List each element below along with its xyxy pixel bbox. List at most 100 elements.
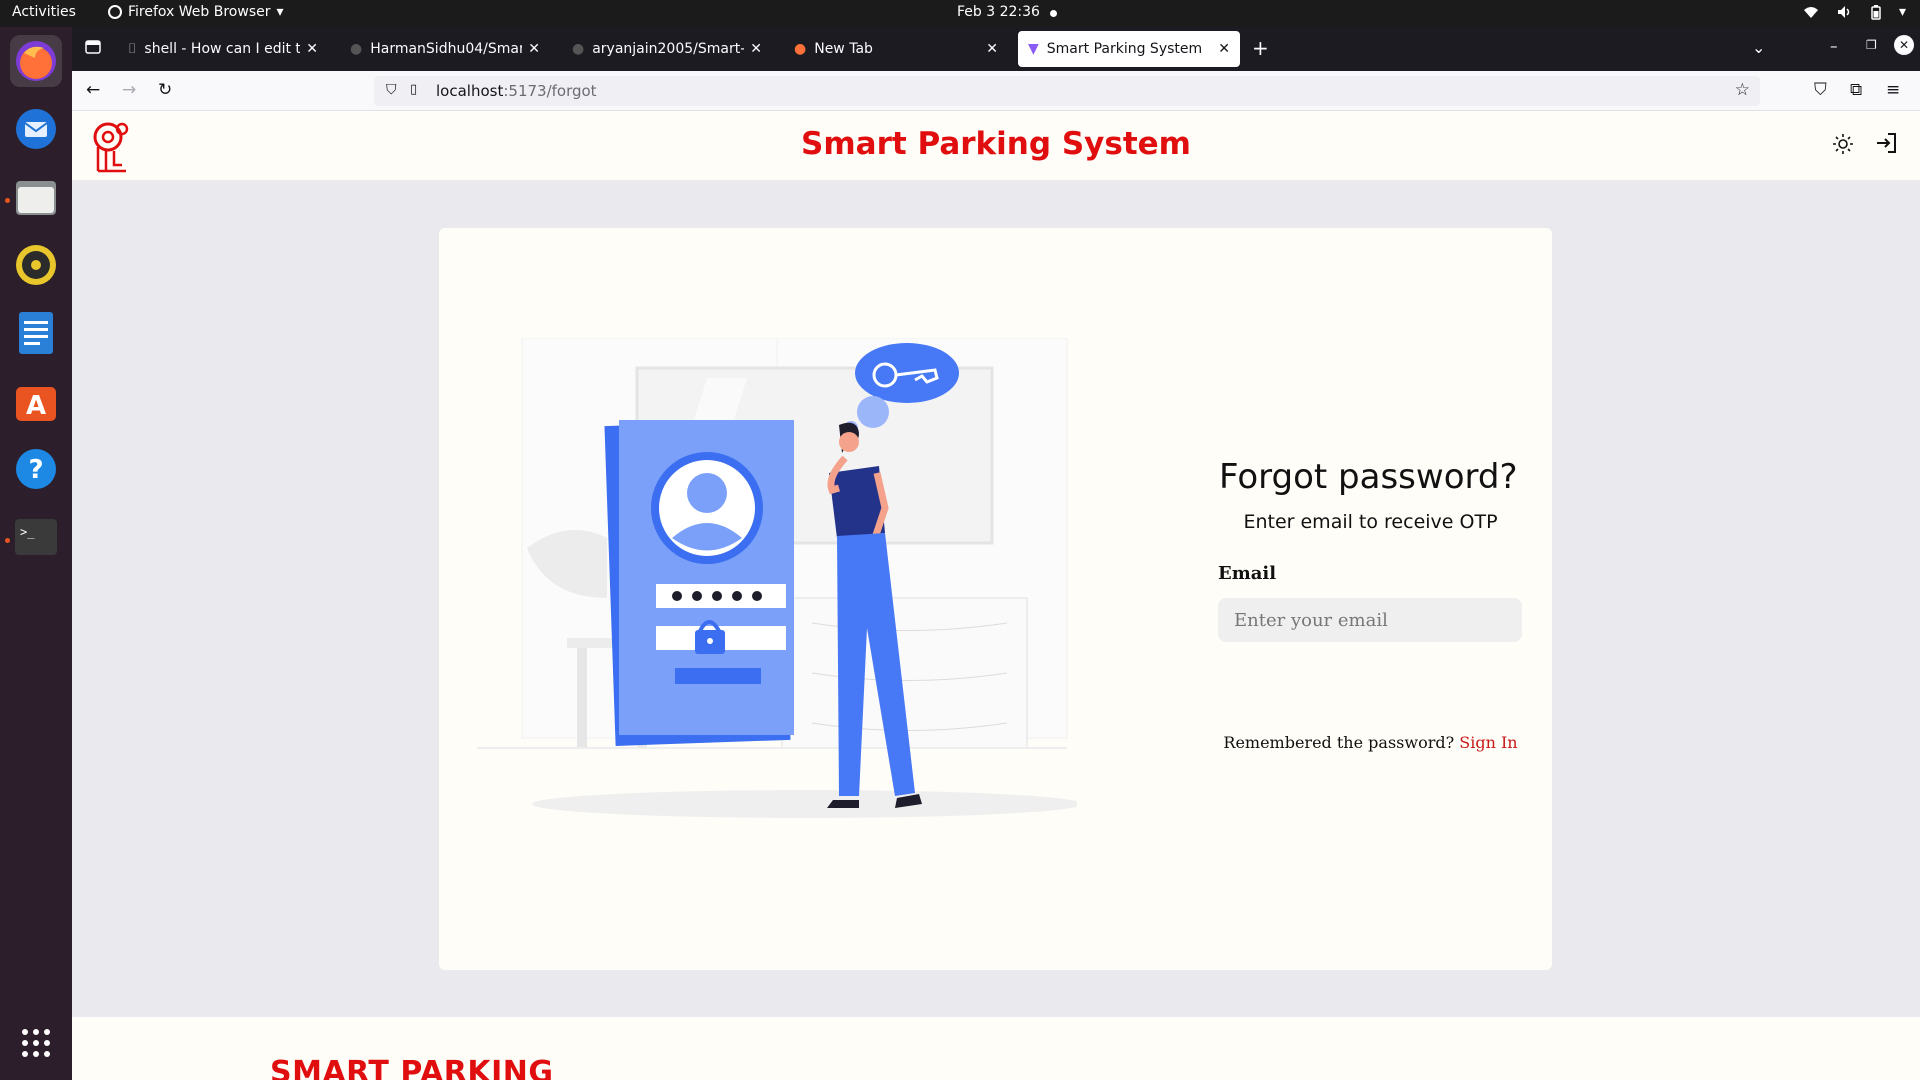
- tab-3[interactable]: ● aryanjain2005/Smart-Par ✕: [562, 31, 772, 67]
- forgot-password-title: Forgot password?: [1219, 457, 1518, 497]
- terminal-running-dot: [5, 538, 10, 543]
- forgot-password-subtitle: Enter email to receive OTP: [1243, 511, 1498, 533]
- back-arrow-icon[interactable]: ←: [86, 80, 100, 100]
- tab-title: HarmanSidhu04/Smart-P: [370, 41, 523, 57]
- dock-writer[interactable]: [10, 307, 62, 359]
- bookmark-star-icon[interactable]: ☆: [1735, 80, 1750, 100]
- forgot-password-card: Forgot password? Enter email to receive …: [439, 228, 1552, 970]
- files-running-dot: [5, 198, 10, 203]
- system-top-bar: Activities Firefox Web Browser ▾ Feb 3 2…: [0, 0, 1920, 27]
- firefox-tab-icon: ●: [794, 41, 807, 57]
- chevron-down-icon: ▾: [276, 4, 284, 20]
- close-icon[interactable]: ✕: [1218, 41, 1230, 57]
- activities-button[interactable]: Activities: [12, 4, 76, 20]
- app-menu[interactable]: Firefox Web Browser ▾: [108, 4, 284, 20]
- nav-bar: ← → ↻ ⛉ ▯ localhost:5173/forgot ☆ ⛉ ⧉ ≡: [72, 71, 1920, 111]
- files-icon: [16, 181, 56, 215]
- dock-thunderbird[interactable]: [10, 103, 62, 155]
- dock-files[interactable]: [10, 171, 62, 223]
- software-icon: A: [16, 387, 56, 421]
- wifi-icon: [1803, 7, 1818, 18]
- dock-software[interactable]: A: [10, 375, 62, 427]
- dock-rhythmbox[interactable]: [10, 239, 62, 291]
- volume-icon: [1837, 6, 1850, 18]
- github-icon: ●: [572, 41, 585, 57]
- url-path: :5173/forgot: [503, 82, 597, 100]
- padlock-keyhole: [707, 638, 713, 644]
- thought-dot-large: [857, 396, 889, 428]
- system-tray[interactable]: ▾: [1803, 4, 1906, 20]
- tab-bar: ⌷ shell - How can I edit the ✕ ● HarmanS…: [72, 27, 1920, 71]
- submit-bar: [675, 668, 761, 684]
- menu-hamburger-icon[interactable]: ≡: [1886, 80, 1900, 100]
- new-tab-plus-icon[interactable]: +: [1252, 36, 1269, 60]
- terminal-icon: >_: [15, 519, 57, 555]
- firefox-view-button[interactable]: [84, 38, 102, 60]
- close-icon[interactable]: ✕: [986, 41, 998, 57]
- tab-1[interactable]: ⌷ shell - How can I edit the ✕: [118, 31, 328, 67]
- shield-icon: ⛉: [386, 82, 397, 98]
- sign-in-link[interactable]: Sign In: [1459, 733, 1517, 752]
- desk-leg: [577, 648, 587, 748]
- reload-icon[interactable]: ↻: [158, 80, 172, 100]
- list-tabs-chevron-icon[interactable]: ⌄: [1752, 38, 1765, 57]
- email-label: Email: [1218, 563, 1277, 584]
- url-text: localhost:5173/forgot: [436, 82, 597, 100]
- url-host: localhost: [436, 82, 504, 100]
- tab-title: shell - How can I edit the: [144, 41, 301, 57]
- sun-icon: [1833, 134, 1853, 154]
- site-footer: SMART PARKING: [72, 1017, 1920, 1080]
- login-button[interactable]: [1874, 131, 1898, 159]
- firefox-icon: [16, 41, 56, 81]
- extensions-icon[interactable]: ⧉: [1850, 80, 1862, 100]
- tab-title: aryanjain2005/Smart-Par: [592, 41, 745, 57]
- svg-text:?: ?: [28, 455, 43, 485]
- remember-text: Remembered the password?: [1223, 733, 1460, 752]
- clock[interactable]: Feb 3 22:36: [957, 4, 1040, 20]
- firefox-view-icon: [85, 40, 101, 54]
- minimize-icon[interactable]: –: [1830, 37, 1838, 55]
- battery-icon: [1871, 4, 1881, 20]
- tab-2[interactable]: ● HarmanSidhu04/Smart-P ✕: [340, 31, 550, 67]
- person-head: [839, 432, 859, 452]
- tab-4[interactable]: ● New Tab ✕: [784, 31, 1008, 67]
- theme-toggle-button[interactable]: [1832, 133, 1854, 159]
- restore-icon[interactable]: ❐: [1866, 38, 1877, 52]
- firefox-small-icon: [108, 5, 122, 19]
- window-close-icon[interactable]: ✕: [1894, 35, 1914, 55]
- tab-title: Smart Parking System: [1046, 41, 1203, 57]
- forward-arrow-icon[interactable]: →: [122, 80, 136, 100]
- app-menu-label: Firefox Web Browser: [128, 4, 271, 20]
- github-icon: ●: [350, 41, 363, 57]
- close-icon[interactable]: ✕: [750, 41, 762, 57]
- svg-text:>_: >_: [20, 525, 35, 539]
- pocket-icon[interactable]: ⛉: [1814, 80, 1827, 100]
- dock-help[interactable]: ?: [10, 443, 62, 495]
- rhythmbox-icon: [16, 245, 56, 285]
- dock-terminal[interactable]: >_: [10, 511, 62, 563]
- page-info-icon: ▯: [410, 82, 418, 97]
- page-viewport: Smart Parking System Forgot password? En…: [72, 111, 1920, 1080]
- remember-row: Remembered the password? Sign In: [1219, 733, 1522, 752]
- url-bar[interactable]: ⛉ ▯ localhost:5173/forgot ☆: [374, 76, 1760, 106]
- tab-title: New Tab: [814, 41, 873, 57]
- close-icon[interactable]: ✕: [528, 41, 540, 57]
- tab-5-active[interactable]: ▼ Smart Parking System ✕: [1018, 31, 1240, 67]
- writer-icon: [19, 312, 53, 354]
- site-header: Smart Parking System: [72, 111, 1920, 180]
- floor-shadow: [532, 790, 1077, 818]
- thunderbird-icon: [16, 109, 56, 149]
- system-menu-chevron-icon: ▾: [1898, 4, 1906, 20]
- dock-app-grid[interactable]: [10, 1017, 62, 1069]
- svg-text:A: A: [26, 391, 46, 421]
- site-title: Smart Parking System: [801, 126, 1191, 162]
- footer-title: SMART PARKING: [270, 1055, 554, 1080]
- login-icon: [1877, 133, 1896, 153]
- help-icon: ?: [16, 449, 56, 489]
- app-grid-icon: [22, 1029, 50, 1057]
- forgot-password-illustration: [477, 338, 1077, 818]
- close-icon[interactable]: ✕: [306, 41, 318, 57]
- email-input[interactable]: [1218, 598, 1522, 642]
- dock-firefox[interactable]: [10, 35, 62, 87]
- stackoverflow-icon: ⌷: [128, 41, 137, 57]
